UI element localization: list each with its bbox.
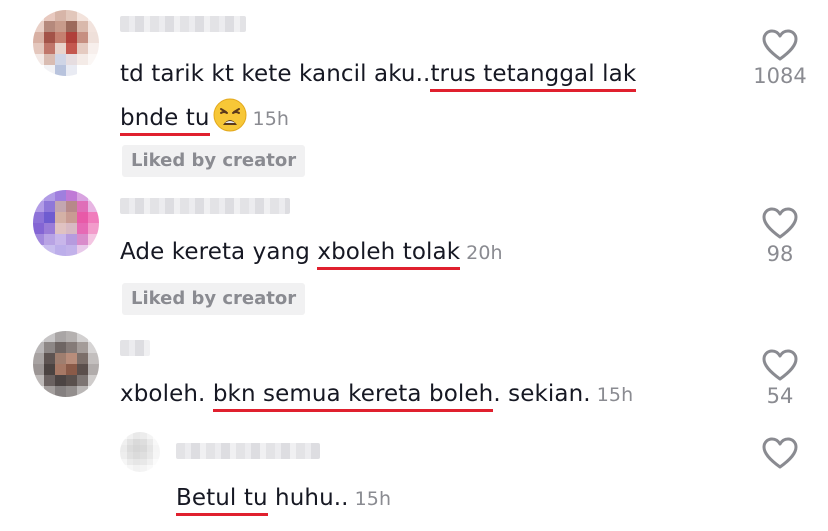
- liked-by-creator-badge: Liked by creator: [122, 283, 306, 315]
- heart-icon: [762, 207, 798, 239]
- underlined-text: trus tetanggal lak: [430, 61, 637, 92]
- avatar[interactable]: [33, 190, 99, 256]
- comment-timestamp: 15h: [596, 384, 634, 406]
- comment-timestamp: 15h: [252, 108, 290, 130]
- underlined-text: bnde tu: [120, 105, 210, 136]
- comment-text-part: huhu..: [267, 485, 349, 511]
- heart-icon: [762, 437, 798, 469]
- username[interactable]: [120, 198, 290, 214]
- reply-text: Betul tu huhu.. 15h: [176, 476, 676, 521]
- comment-text-part: . sekian.: [493, 381, 591, 407]
- avatar[interactable]: [33, 331, 99, 397]
- comment-timestamp: 15h: [354, 488, 392, 510]
- underlined-text: bkn semua kereta boleh: [212, 381, 494, 412]
- username[interactable]: [120, 340, 150, 356]
- like-count: 1084: [753, 64, 807, 88]
- heart-icon: [762, 29, 798, 61]
- avatar[interactable]: [120, 432, 160, 472]
- comment-text: td tarik kt kete kancil aku..trus tetang…: [120, 52, 720, 141]
- like-button[interactable]: 1084: [745, 28, 815, 88]
- underlined-text: Betul tu: [176, 485, 268, 516]
- username[interactable]: [176, 443, 320, 459]
- comment-text-part: xboleh.: [120, 381, 213, 407]
- comment-timestamp: 20h: [466, 242, 503, 264]
- like-button[interactable]: 98: [745, 206, 815, 266]
- weary-face-emoji-icon: [213, 98, 247, 132]
- liked-by-creator-badge: Liked by creator: [122, 145, 306, 177]
- comment-text-part: Ade kereta yang: [120, 239, 318, 265]
- username[interactable]: [120, 16, 246, 32]
- comment-text: Ade kereta yang xboleh tolak 20h: [120, 230, 720, 275]
- like-count: 54: [766, 384, 794, 408]
- underlined-text: xboleh tolak: [317, 239, 461, 270]
- like-button[interactable]: 54: [745, 348, 815, 408]
- like-count: 98: [766, 242, 794, 266]
- comment-text: xboleh. bkn semua kereta boleh. sekian. 1…: [120, 372, 740, 417]
- comment-text-part: td tarik kt kete kancil aku..: [120, 61, 431, 87]
- heart-icon: [762, 349, 798, 381]
- avatar[interactable]: [33, 10, 99, 76]
- like-button[interactable]: [745, 436, 815, 472]
